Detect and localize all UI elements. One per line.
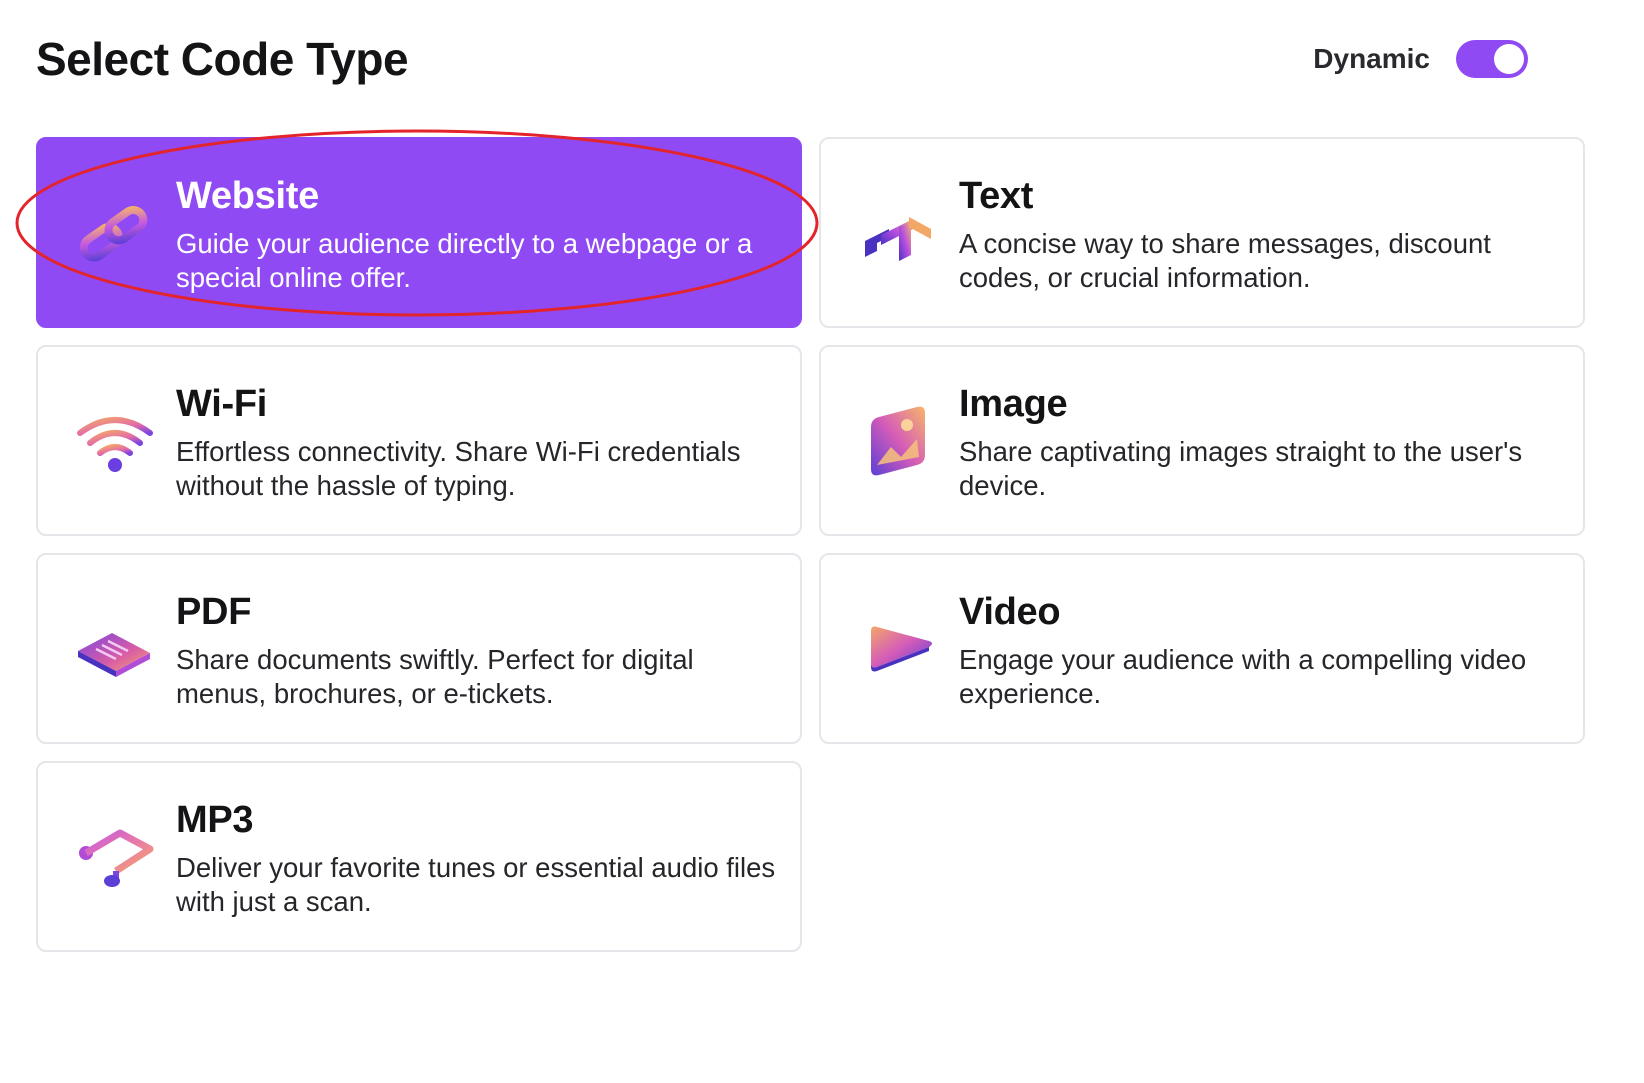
dynamic-toggle-group: Dynamic — [1313, 40, 1528, 78]
code-type-grid: Website Guide your audience directly to … — [36, 137, 1585, 952]
wifi-icon — [76, 403, 154, 481]
code-type-card-pdf[interactable]: PDF Share documents swiftly. Perfect for… — [36, 553, 802, 744]
dynamic-label: Dynamic — [1313, 43, 1430, 74]
document-icon — [76, 611, 154, 689]
card-title: Text — [959, 175, 1034, 217]
image-icon — [859, 403, 937, 481]
card-title: Image — [959, 383, 1068, 425]
card-title: MP3 — [176, 799, 254, 841]
card-description: Share documents swiftly. Perfect for dig… — [176, 644, 694, 709]
toggle-knob — [1494, 44, 1524, 74]
card-title: Video — [959, 591, 1061, 633]
code-type-card-image[interactable]: Image Share captivating images straight … — [819, 345, 1585, 536]
code-type-card-website[interactable]: Website Guide your audience directly to … — [36, 137, 802, 328]
code-type-card-mp3[interactable]: MP3 Deliver your favorite tunes or essen… — [36, 761, 802, 952]
card-description: Effortless connectivity. Share Wi-Fi cre… — [176, 436, 741, 501]
text-t-icon — [859, 195, 937, 273]
card-description: A concise way to share messages, discoun… — [959, 228, 1491, 293]
card-title: PDF — [176, 591, 252, 633]
music-note-icon — [76, 819, 154, 897]
card-title: Wi-Fi — [176, 383, 268, 425]
page-title: Select Code Type — [36, 33, 409, 85]
code-type-card-wifi[interactable]: Wi-Fi Effortless connectivity. Share Wi-… — [36, 345, 802, 536]
card-description: Engage your audience with a compelling v… — [959, 644, 1527, 709]
card-description: Deliver your favorite tunes or essential… — [176, 852, 776, 917]
play-icon — [859, 611, 937, 689]
link-chain-icon — [76, 195, 154, 273]
card-description: Guide your audience directly to a webpag… — [176, 228, 753, 293]
dynamic-toggle[interactable] — [1456, 40, 1528, 78]
select-code-type-page: Select Code Type Dynamic Website Guide y… — [0, 0, 1644, 1083]
code-type-card-text[interactable]: Text A concise way to share messages, di… — [819, 137, 1585, 328]
card-title: Website — [176, 175, 319, 217]
code-type-card-video[interactable]: Video Engage your audience with a compel… — [819, 553, 1585, 744]
card-description: Share captivating images straight to the… — [959, 436, 1523, 501]
